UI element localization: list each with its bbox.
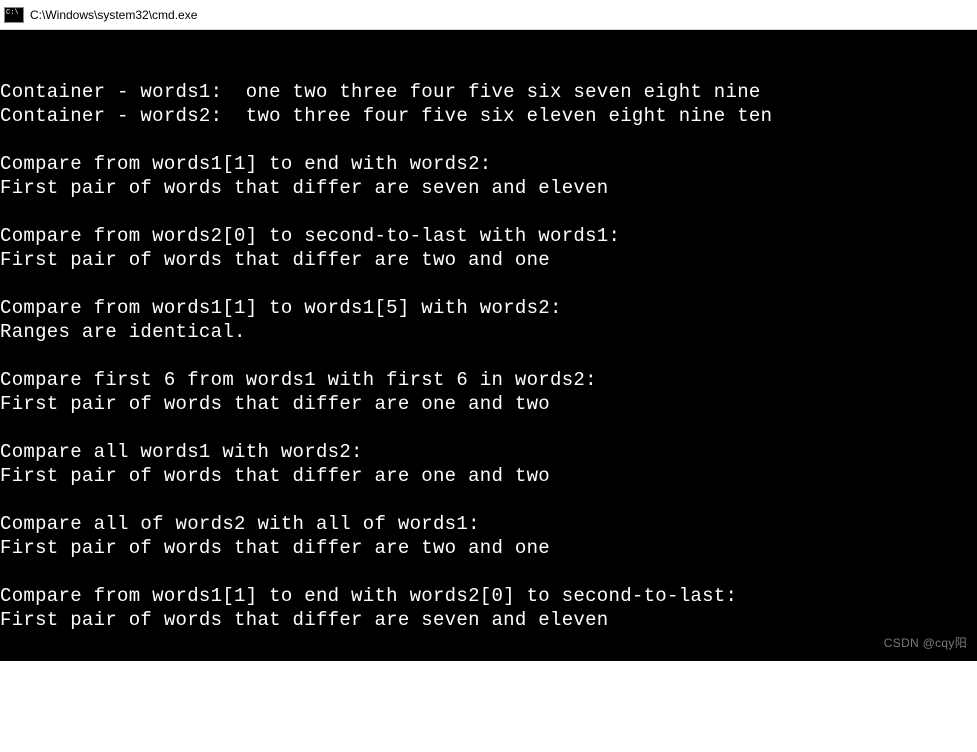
console-line xyxy=(0,416,977,440)
console-line: First pair of words that differ are seve… xyxy=(0,176,977,200)
console-area[interactable]: Container - words1: one two three four f… xyxy=(0,30,977,661)
console-line: Ranges are identical. xyxy=(0,320,977,344)
cmd-icon xyxy=(4,7,24,23)
console-line: Container - words2: two three four five … xyxy=(0,104,977,128)
console-line: First pair of words that differ are seve… xyxy=(0,608,977,632)
console-output: Container - words1: one two three four f… xyxy=(0,80,977,632)
console-line: First pair of words that differ are one … xyxy=(0,464,977,488)
console-prompt-line: 请按任意键继续. . . xyxy=(0,680,977,704)
console-line xyxy=(0,488,977,512)
console-line: Compare from words1[1] to words1[5] with… xyxy=(0,296,977,320)
console-line: Compare first 6 from words1 with first 6… xyxy=(0,368,977,392)
console-line xyxy=(0,272,977,296)
window-title: C:\Windows\system32\cmd.exe xyxy=(30,8,197,22)
prompt-text: 请按任意键继续. . . xyxy=(0,681,205,703)
watermark: CSDN @cqy阳 xyxy=(884,631,967,655)
console-line: First pair of words that differ are two … xyxy=(0,248,977,272)
console-line xyxy=(0,128,977,152)
console-line: First pair of words that differ are one … xyxy=(0,392,977,416)
console-line: First pair of words that differ are two … xyxy=(0,536,977,560)
cursor xyxy=(207,683,218,703)
console-line xyxy=(0,200,977,224)
console-line: Compare from words1[1] to end with words… xyxy=(0,152,977,176)
console-line: Compare from words1[1] to end with words… xyxy=(0,584,977,608)
console-line: Compare all words1 with words2: xyxy=(0,440,977,464)
console-line xyxy=(0,560,977,584)
window-titlebar[interactable]: C:\Windows\system32\cmd.exe xyxy=(0,0,977,30)
console-line: Container - words1: one two three four f… xyxy=(0,80,977,104)
console-line: Compare from words2[0] to second-to-last… xyxy=(0,224,977,248)
console-line: Compare all of words2 with all of words1… xyxy=(0,512,977,536)
console-line xyxy=(0,344,977,368)
